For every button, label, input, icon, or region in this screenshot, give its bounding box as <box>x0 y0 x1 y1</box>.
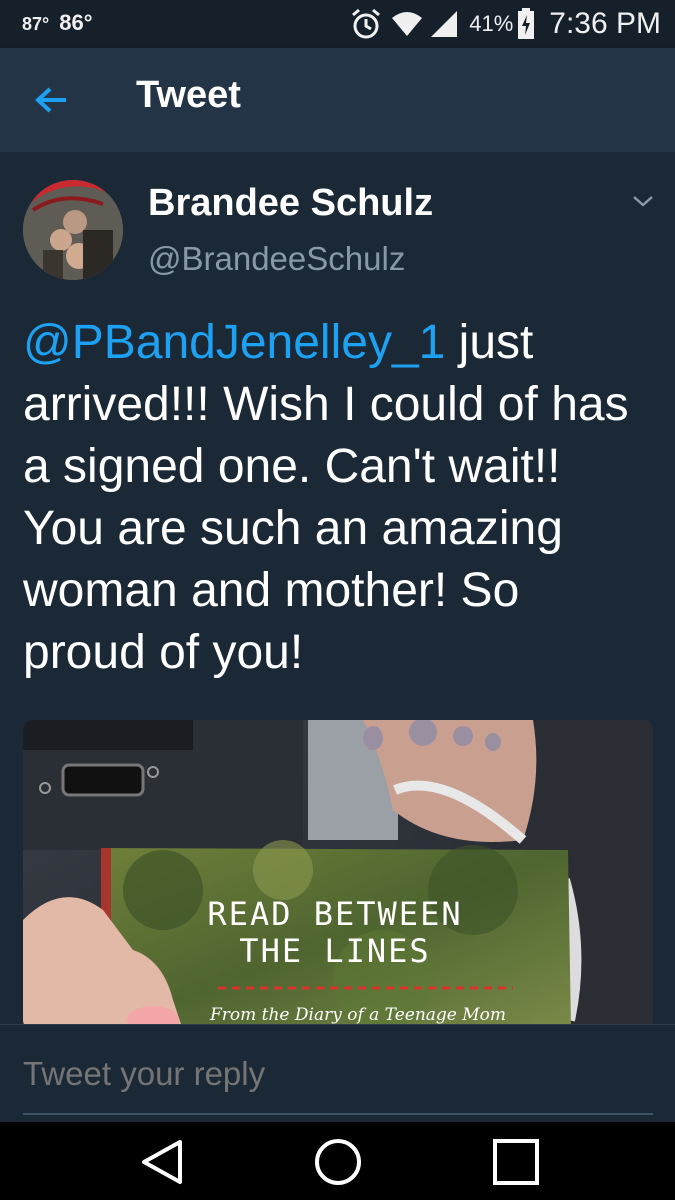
clock-time: 7:36 PM <box>549 7 661 40</box>
back-button[interactable] <box>28 78 76 122</box>
author-handle[interactable]: @BrandeeSchulz <box>148 240 405 278</box>
nav-home-button[interactable] <box>308 1134 368 1190</box>
battery-charging-icon <box>517 8 535 40</box>
tweet-options-button[interactable] <box>626 190 660 212</box>
page-title: Tweet <box>136 74 241 116</box>
book-subtitle: From the Diary of a Teenage Mom <box>209 1005 506 1024</box>
tweet-body: @PBandJenelley_1 just arrived!!! Wish I … <box>23 312 653 684</box>
wifi-icon <box>391 10 423 38</box>
book-title-line1: READ BETWEEN <box>207 895 462 933</box>
system-navigation-bar <box>0 1122 675 1200</box>
nav-recents-button[interactable] <box>486 1134 546 1190</box>
tweet-text: just arrived!!! Wish I could of has a si… <box>23 316 629 679</box>
tweet-detail: Brandee Schulz @BrandeeSchulz @PBandJene… <box>0 152 675 1024</box>
mention-link[interactable]: @PBandJenelley_1 <box>23 316 445 369</box>
arrow-left-icon <box>35 87 66 113</box>
nav-back-button[interactable] <box>136 1134 196 1190</box>
author-name[interactable]: Brandee Schulz <box>148 182 433 225</box>
cell-signal-icon <box>429 9 459 39</box>
alarm-clock-icon <box>349 7 383 41</box>
reply-input[interactable] <box>23 1055 653 1115</box>
square-recents-icon <box>493 1139 539 1185</box>
chevron-down-icon <box>633 196 653 207</box>
temperature-1: 87° <box>22 14 50 34</box>
status-icons: 41% 7:36 PM <box>349 4 661 44</box>
avatar[interactable] <box>23 180 123 280</box>
app-header: Tweet <box>0 48 675 152</box>
status-bar: 87° 86° 41% 7:36 PM <box>0 0 675 48</box>
triangle-back-icon <box>142 1140 182 1184</box>
book-title-line2: THE LINES <box>239 932 430 970</box>
reply-composer <box>0 1024 675 1123</box>
status-temperatures: 87° 86° <box>22 10 93 36</box>
tweet-media-photo[interactable]: READ BETWEEN THE LINES From the Diary of… <box>23 720 653 1024</box>
battery-percentage: 41% <box>469 11 514 36</box>
temperature-2: 86° <box>59 10 93 35</box>
circle-home-icon <box>315 1139 361 1185</box>
